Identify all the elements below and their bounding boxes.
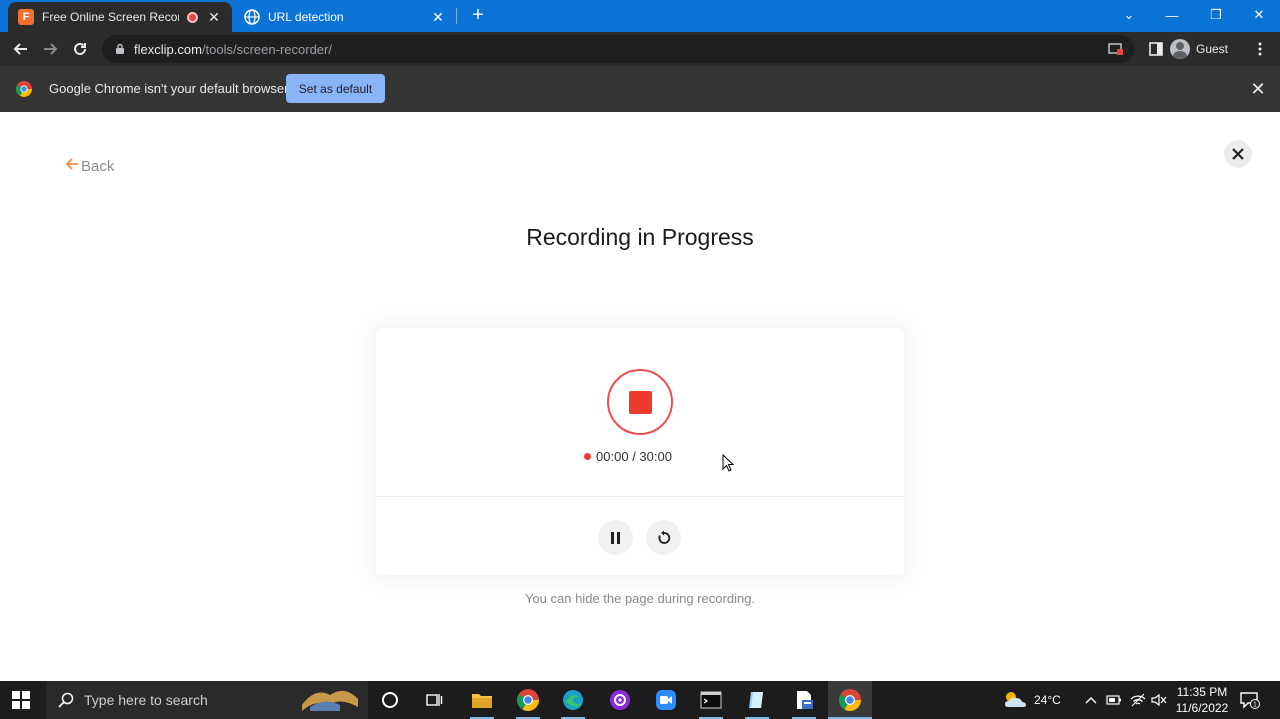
back-nav-icon[interactable] <box>8 36 34 62</box>
recording-timer: 00:00 / 30:00 <box>364 449 892 464</box>
wifi-icon[interactable] <box>1130 693 1146 707</box>
arrow-left-icon <box>65 156 79 176</box>
restore-button[interactable]: ❐ <box>1194 0 1238 30</box>
edge-icon[interactable] <box>561 688 585 712</box>
minimize-button[interactable]: — <box>1150 0 1194 30</box>
restart-button[interactable] <box>646 520 681 555</box>
side-panel-icon[interactable] <box>1143 36 1169 62</box>
hint-text: You can hide the page during recording. <box>524 591 756 606</box>
tab-title: Free Online Screen Recorder <box>42 10 179 24</box>
tab-search-icon[interactable]: ⌄ <box>1107 0 1151 30</box>
pause-button[interactable] <box>598 520 633 555</box>
terminal-icon[interactable] <box>699 688 723 712</box>
profile-button[interactable]: Guest <box>1170 37 1228 61</box>
speaker-muted-icon[interactable] <box>1151 693 1167 707</box>
search-highlight-image-icon <box>302 690 358 711</box>
close-page-button[interactable] <box>1224 140 1252 168</box>
windows-taskbar: Type here to search 24°C 11:35 PM 11/6/2… <box>0 681 1280 719</box>
recording-dot-icon <box>584 453 592 460</box>
chrome-logo-icon <box>16 81 32 97</box>
search-icon <box>58 692 74 708</box>
notification-count: 1 <box>1253 702 1257 709</box>
profile-label: Guest <box>1196 42 1229 56</box>
reload-icon[interactable] <box>67 36 93 62</box>
page-content: Back Recording in Progress 00:00 / 30:00… <box>0 112 1280 681</box>
close-tab-icon[interactable]: ✕ <box>430 9 446 26</box>
tab-screen-recorder[interactable]: F Free Online Screen Recorder ✕ <box>8 2 232 32</box>
close-icon <box>1232 148 1244 160</box>
taskbar-search-box[interactable]: Type here to search <box>46 681 368 719</box>
address-bar[interactable]: flexclip.com/tools/screen-recorder/ <box>102 35 1134 63</box>
infobar-close-icon[interactable]: ✕ <box>1248 79 1268 99</box>
tab-separator <box>456 8 457 24</box>
new-tab-button[interactable]: + <box>466 4 490 28</box>
lock-icon <box>116 43 124 54</box>
page-title: Recording in Progress <box>526 224 754 250</box>
set-as-default-button[interactable]: Set as default <box>286 74 385 103</box>
tab-strip: F Free Online Screen Recorder ✕ URL dete… <box>0 0 1280 32</box>
podcast-app-icon[interactable] <box>608 688 632 712</box>
default-browser-infobar: Google Chrome isn't your default browser… <box>0 66 1280 112</box>
document-app-icon[interactable] <box>792 688 816 712</box>
close-tab-icon[interactable]: ✕ <box>206 9 222 26</box>
timer-text: 00:00 / 30:00 <box>596 449 672 464</box>
mouse-cursor-icon <box>722 454 734 472</box>
search-placeholder: Type here to search <box>84 692 208 708</box>
close-window-button[interactable]: ✕ <box>1237 0 1280 30</box>
tab-url-detection[interactable]: URL detection ✕ <box>234 2 456 32</box>
notification-center-icon[interactable]: 1 <box>1240 691 1260 709</box>
cortana-icon[interactable] <box>378 688 402 712</box>
url-text: flexclip.com/tools/screen-recorder/ <box>134 41 332 57</box>
task-view-icon[interactable] <box>422 688 446 712</box>
back-link[interactable]: Back <box>65 156 114 176</box>
zoom-icon[interactable] <box>654 688 678 712</box>
chevron-up-icon[interactable] <box>1085 695 1097 705</box>
restart-icon <box>658 530 670 544</box>
cast-icon[interactable] <box>1108 41 1124 57</box>
menu-kebab-icon[interactable] <box>1247 36 1273 62</box>
infobar-message: Google Chrome isn't your default browser <box>49 81 289 96</box>
system-clock[interactable]: 11:35 PM 11/6/2022 <box>1172 684 1232 716</box>
stop-recording-button[interactable] <box>607 369 673 435</box>
pause-icon <box>611 531 620 544</box>
battery-icon[interactable] <box>1106 695 1122 705</box>
file-explorer-icon[interactable] <box>470 688 494 712</box>
avatar-icon <box>1170 39 1190 59</box>
weather-temperature: 24°C <box>1034 693 1061 707</box>
weather-cloudy-icon[interactable] <box>1002 689 1028 711</box>
recorder-card: 00:00 / 30:00 <box>376 328 904 575</box>
windows-start-icon[interactable] <box>12 691 30 709</box>
forward-nav-icon[interactable] <box>37 36 63 62</box>
tab-title: URL detection <box>268 10 344 24</box>
recording-indicator-icon <box>187 11 198 23</box>
back-label: Back <box>81 157 115 175</box>
flexclip-favicon-icon: F <box>18 9 34 25</box>
notepad-icon[interactable] <box>745 688 769 712</box>
stop-icon <box>628 390 652 414</box>
clock-date: 11/6/2022 <box>1175 701 1229 715</box>
clock-time: 11:35 PM <box>1176 685 1228 699</box>
chrome-active-icon[interactable] <box>838 688 862 712</box>
chrome-taskbar-icon[interactable] <box>516 688 540 712</box>
card-divider <box>376 496 904 497</box>
browser-toolbar: flexclip.com/tools/screen-recorder/ Gues… <box>0 32 1280 66</box>
globe-icon <box>244 9 260 25</box>
